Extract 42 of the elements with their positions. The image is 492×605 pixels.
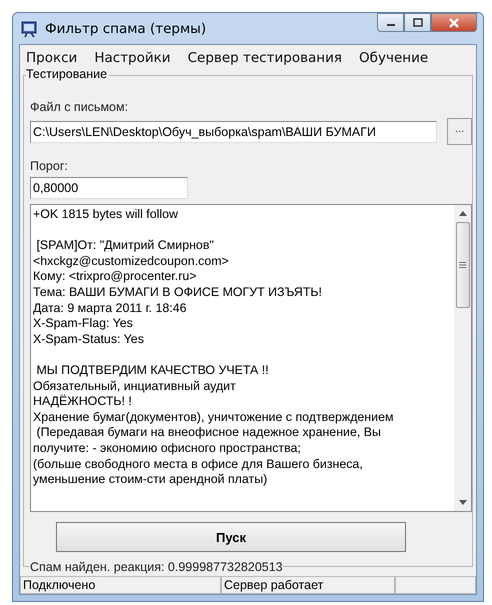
menu-item[interactable]: Обучение — [359, 50, 428, 66]
message-line: НАДЁЖНОСТЬ! ! — [33, 394, 133, 410]
status-panel: Сервер работает — [221, 576, 395, 594]
message-line: уменьшение стоим-сти арендной платы) — [33, 472, 268, 488]
scroll-thumb[interactable] — [456, 222, 470, 308]
window-title: Фильтр спама (термы) — [45, 20, 206, 36]
message-line: Тема: ВАШИ БУМАГИ В ОФИСЕ МОГУТ ИЗЪЯТЬ! — [33, 284, 323, 301]
message-line: Дата: 9 марта 2011 г. 18:46 — [33, 300, 188, 316]
scroll-up-icon[interactable] — [458, 211, 466, 216]
message-text-area[interactable] — [30, 204, 472, 512]
message-line: X-Spam-Status: Yes — [33, 332, 145, 348]
message-line: получите: - экономию офисного пространства; — [33, 440, 302, 456]
app-icon — [21, 20, 39, 38]
result-text: Спам найден. реакция: 0.999987732820513 — [30, 560, 283, 574]
close-button[interactable] — [431, 13, 477, 32]
minimize-button[interactable] — [377, 13, 404, 32]
group-title: Тестирование — [26, 67, 110, 81]
menu-item[interactable]: Сервер тестирования — [188, 50, 342, 66]
message-line: МЫ ПОДТВЕРДИМ КАЧЕСТВО УЧЕТА !! — [35, 362, 270, 379]
message-line: Хранение бумаг(документов), уничтожение с подтверждением — [33, 410, 394, 426]
threshold-label: Порог: — [30, 159, 69, 173]
maximize-button[interactable] — [404, 13, 431, 32]
file-label: Файл с письмом: — [30, 100, 130, 114]
message-line: Обязательный, инциативный аудит — [33, 378, 237, 394]
threshold-field[interactable]: 0,80000 — [30, 177, 188, 199]
message-line: (Передавая бумаги на внеофисное надежное хранение, Вы — [35, 425, 382, 441]
scroll-down-icon[interactable] — [458, 500, 466, 505]
message-line: <hxckgz@customizedcoupon.com> — [33, 254, 230, 270]
menu-item[interactable]: Прокси — [26, 50, 78, 66]
message-line: (больше свободного места в офисе для Вашего бизнеса, — [33, 456, 364, 472]
message-line: X-Spam-Flag: Yes — [33, 316, 134, 332]
browse-button[interactable]: ... — [447, 118, 472, 145]
close-icon — [448, 18, 460, 28]
status-panel: Подключено — [20, 576, 221, 594]
file-path-field[interactable]: C:\Users\LEN\Desktop\Обуч_выборка\spam\ВАШИ БУМАГИ — [30, 120, 438, 142]
maximize-icon — [412, 18, 422, 27]
start-button[interactable]: Пуск — [56, 522, 406, 552]
message-line: Кому: <trixpro@procenter.ru> — [33, 269, 198, 285]
menu-item[interactable]: Настройки — [94, 50, 171, 66]
message-line: +OK 1815 bytes will follow — [33, 207, 179, 223]
scrollbar[interactable] — [454, 205, 471, 511]
message-line: [SPAM]От: "Дмитрий Смирнов" — [35, 238, 215, 254]
